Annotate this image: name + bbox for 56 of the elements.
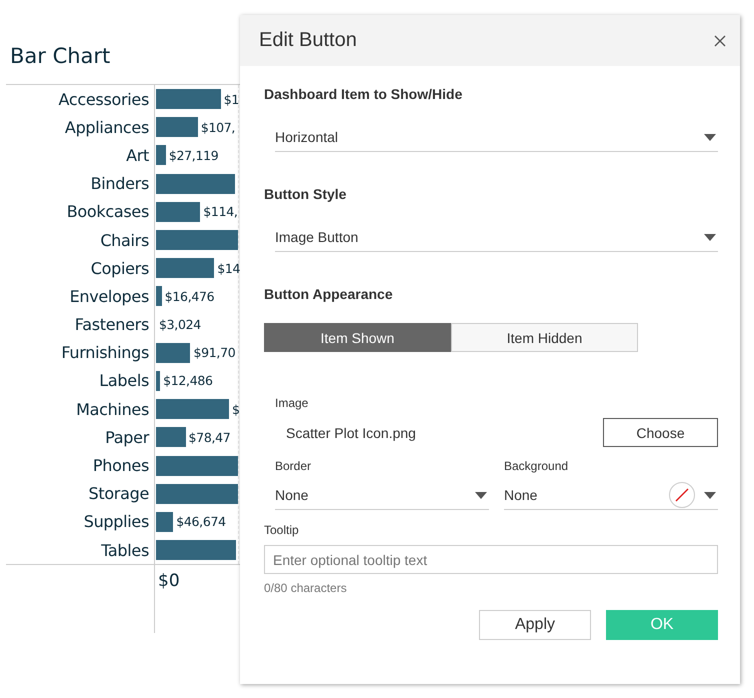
category-label: Paper (104, 428, 150, 447)
value-label: $3,024 (159, 317, 201, 332)
caret-icon (704, 234, 716, 240)
caret-icon (704, 134, 716, 140)
apply-button[interactable]: Apply (479, 610, 591, 640)
no-color-icon (668, 481, 696, 509)
border-dropdown[interactable]: None (275, 481, 489, 510)
category-label: Machines (75, 400, 150, 419)
value-label: $ (232, 402, 240, 417)
category-label: Appliances (64, 118, 150, 137)
value-label: $14 (217, 260, 240, 276)
category-label: Chairs (99, 230, 150, 250)
choose-button[interactable]: Choose (603, 418, 718, 447)
value-label: $107, (200, 120, 236, 135)
category-label: Art (125, 146, 150, 165)
field-label: Background (504, 459, 570, 473)
section-heading: Button Style (264, 186, 348, 202)
item-dropdown[interactable]: Horizontal (275, 123, 718, 152)
value-label: $46,674 (176, 514, 226, 530)
category-label: Tables (100, 540, 150, 560)
value-label: $27,119 (168, 148, 218, 163)
field-label: Border (275, 459, 312, 473)
value-label: $78,47 (188, 430, 230, 445)
toggle-tab[interactable]: Item Hidden (451, 323, 638, 352)
style-dropdown[interactable]: Image Button (275, 223, 718, 252)
character-count: 0/80 characters (264, 581, 348, 595)
category-label: Copiers (90, 258, 150, 278)
category-label: Storage (87, 484, 150, 504)
value-label: $91,70 (193, 345, 236, 360)
category-label: Accessories (58, 90, 150, 109)
tooltip-input[interactable]: Enter optional tooltip text (264, 545, 718, 574)
field-label: Tooltip (264, 523, 300, 537)
value-label: $114, (203, 204, 238, 220)
value-label: $1 (224, 92, 240, 107)
dialog-title: Edit Button (259, 29, 357, 52)
value-label: $12,486 (163, 373, 213, 388)
value-label: $16,476 (164, 288, 214, 304)
section-heading: Dashboard Item to Show/Hide (264, 86, 464, 102)
category-label: Envelopes (68, 286, 150, 306)
category-label: Labels (98, 371, 150, 390)
category-label: Bookcases (66, 202, 150, 222)
category-label: Binders (90, 174, 150, 194)
category-label: Supplies (82, 512, 150, 532)
caret-icon (704, 492, 716, 498)
caret-icon (475, 492, 487, 498)
close-icon[interactable] (714, 34, 726, 46)
category-label: Fasteners (74, 315, 150, 334)
chart-title: Bar Chart (9, 44, 112, 70)
file-name: Scatter Plot Icon.png (286, 424, 416, 440)
section-heading: Button Appearance (264, 286, 394, 302)
category-label: Furnishings (60, 343, 150, 362)
category-label: Phones (92, 456, 150, 476)
field-label: Image (275, 396, 310, 410)
background-dropdown[interactable]: None (504, 481, 718, 510)
axis-tick-label: $0 (157, 570, 180, 592)
toggle-tab[interactable]: Item Shown (264, 323, 451, 352)
